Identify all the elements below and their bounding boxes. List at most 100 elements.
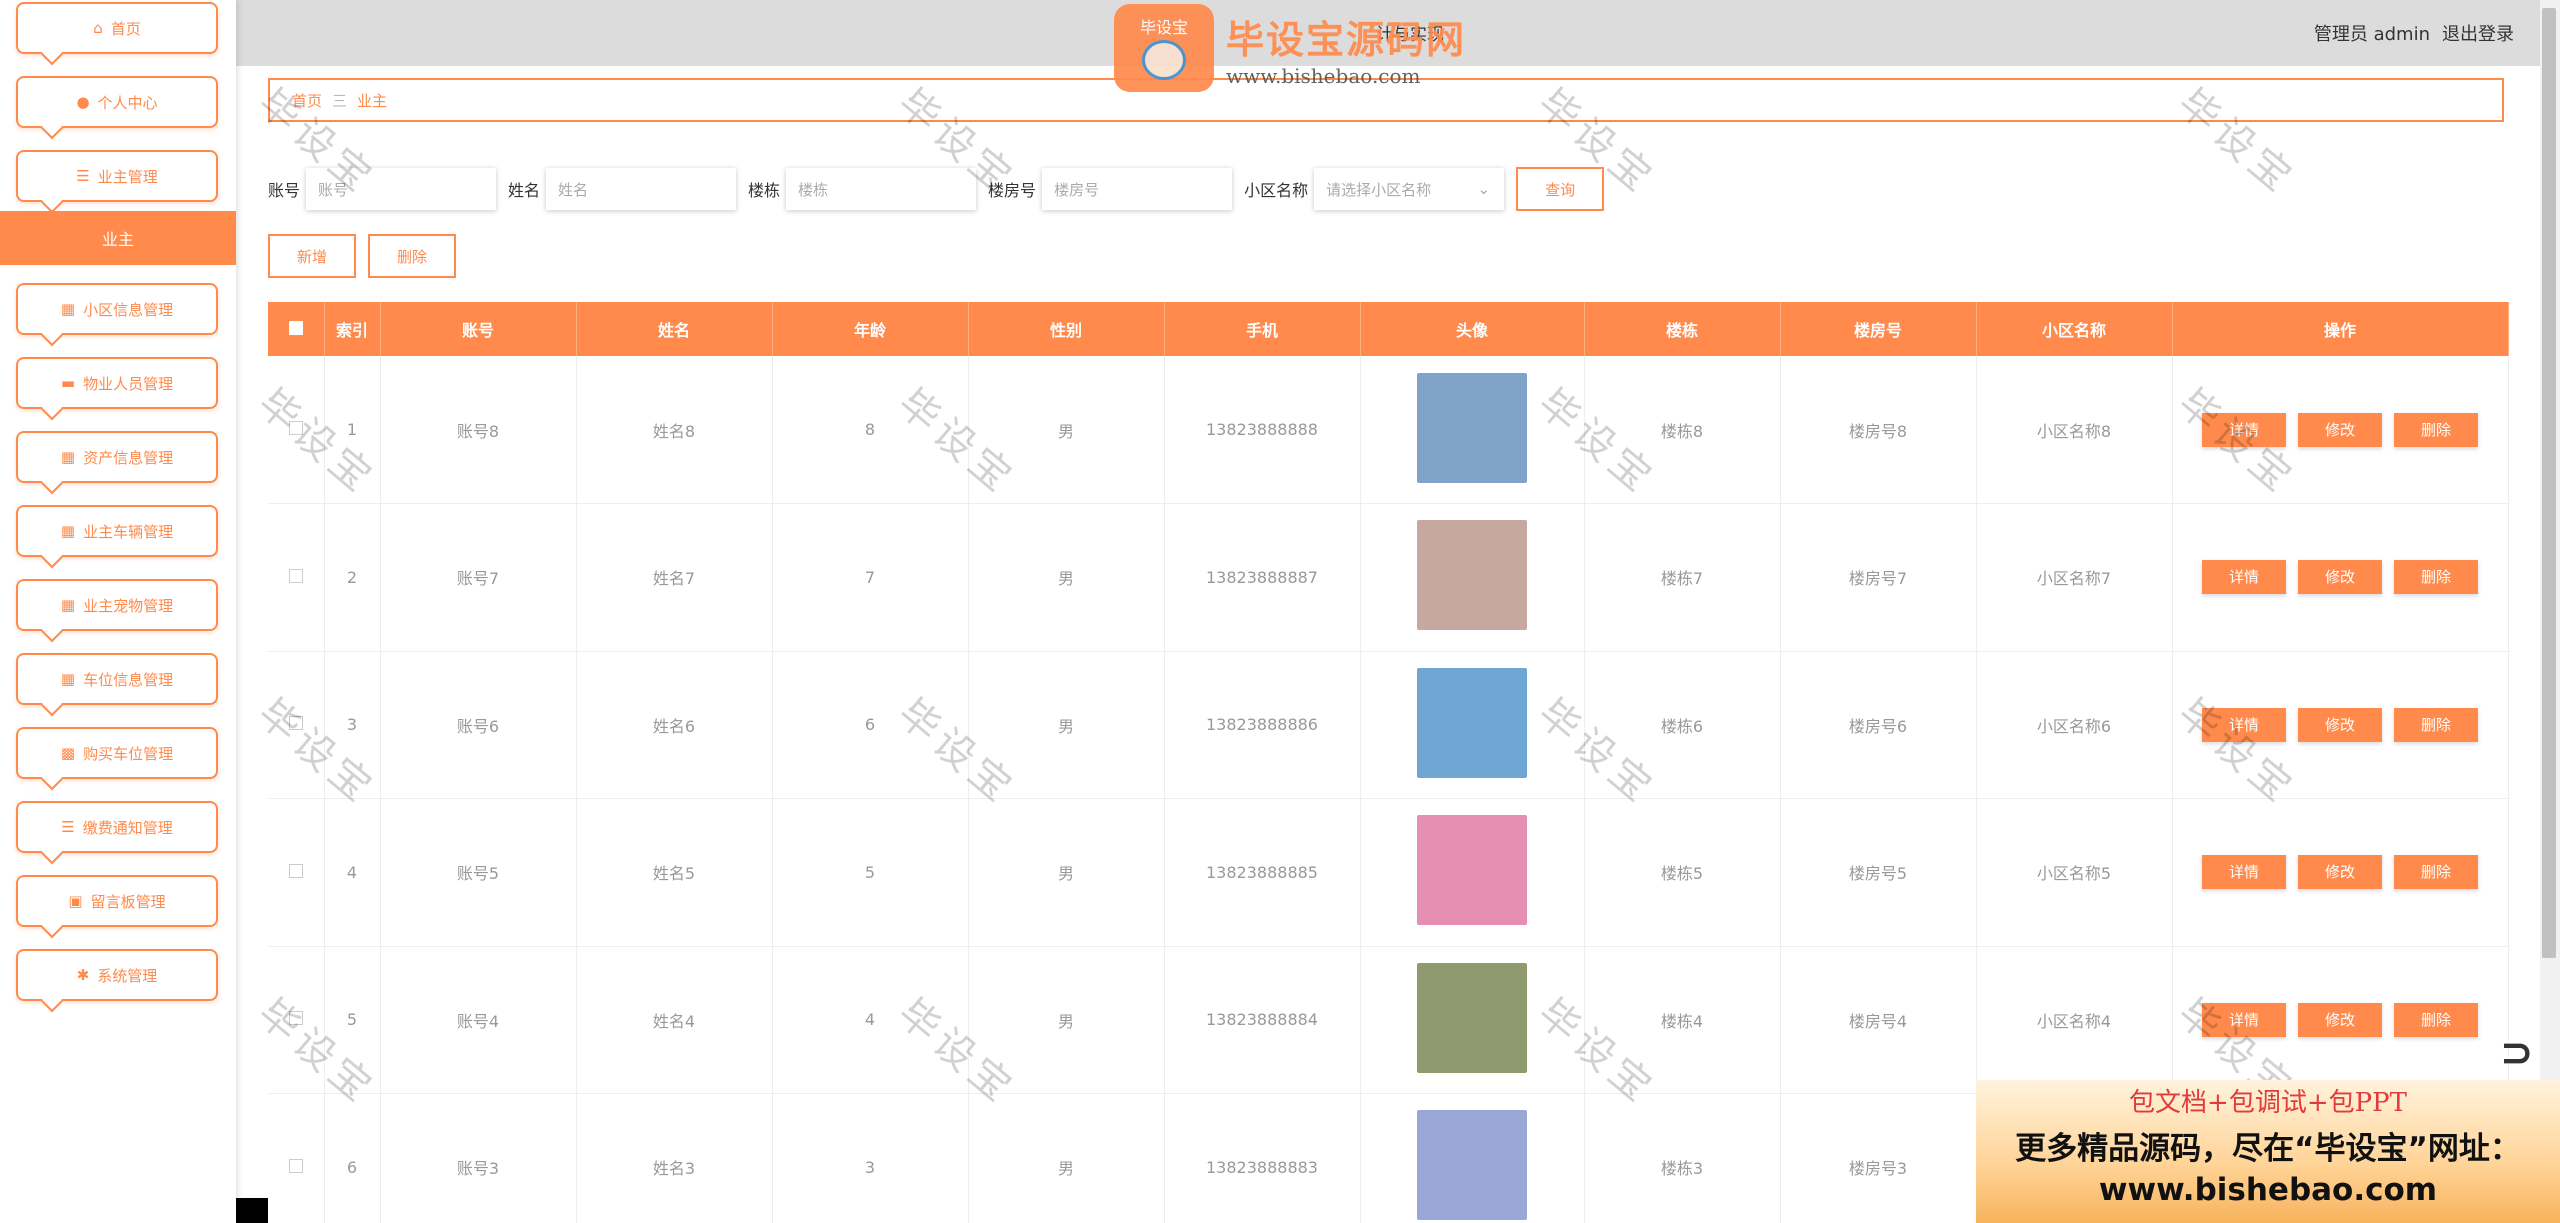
user-icon: ●: [76, 93, 90, 111]
sidebar-item-12[interactable]: ✱ 系统管理: [16, 949, 218, 1001]
cell-account: 账号3: [380, 1093, 577, 1223]
community-select[interactable]: 请选择小区名称 ⌄: [1314, 168, 1505, 210]
promo-line-2: 更多精品源码，尽在“毕设宝”网址：: [2015, 1131, 2521, 1167]
row-checkbox-cell: [268, 1093, 325, 1223]
logo-url: www.bishebao.com: [1226, 63, 1421, 88]
breadcrumb-separator: 三: [332, 91, 348, 110]
cell-community: 小区名称8: [1976, 356, 2173, 504]
sidebar-item-6[interactable]: ▦ 业主车辆管理: [16, 505, 218, 557]
sidebar-item-label: 小区信息管理: [83, 300, 174, 319]
delete-button[interactable]: 删除: [2394, 855, 2478, 890]
column-header: 手机: [1164, 302, 1361, 356]
promo-banner: 包文档+包调试+包PPT 更多精品源码，尽在“毕设宝”网址： www.bishe…: [1976, 1080, 2560, 1223]
cell-room: 楼房号4: [1780, 946, 1977, 1094]
sidebar-item-1[interactable]: ● 个人中心: [16, 76, 218, 128]
sidebar-item-3[interactable]: ▦ 小区信息管理: [16, 283, 218, 335]
app-root: ⌂ 首页 ● 个人中心 ☰ 业主管理 ▦ 小区信息管理 ▬ 物业人员管理 ▦ 资产信息管理 ▦ 业主车辆管…: [0, 0, 2560, 1223]
query-button[interactable]: 查询: [1516, 167, 1605, 211]
sidebar-item-label: 车位信息管理: [83, 670, 174, 689]
sidebar-item-label: 购买车位管理: [83, 744, 174, 763]
building-input[interactable]: 楼栋: [786, 168, 977, 210]
row-checkbox[interactable]: [288, 863, 303, 878]
sidebar-item-2[interactable]: ☰ 业主管理: [16, 150, 218, 202]
detail-button[interactable]: 详情: [2202, 855, 2286, 890]
row-checkbox[interactable]: [288, 568, 303, 583]
row-checkbox[interactable]: [288, 1158, 303, 1173]
name-input[interactable]: 姓名: [546, 168, 737, 210]
delete-button[interactable]: 删除: [2394, 1002, 2478, 1037]
cell-name: 姓名4: [576, 946, 773, 1094]
promo-line-3: www.bishebao.com: [2098, 1172, 2438, 1208]
cell-building: 楼栋5: [1584, 798, 1781, 947]
avatar: [1417, 1110, 1527, 1221]
edit-button[interactable]: 修改: [2298, 1002, 2382, 1037]
select-all-box[interactable]: [288, 320, 303, 335]
actions-cell: 详情修改删除: [2172, 798, 2509, 947]
select-all-checkbox[interactable]: [268, 302, 325, 356]
sidebar-item-9[interactable]: ▩ 购买车位管理: [16, 727, 218, 779]
sidebar-item-8[interactable]: ▦ 车位信息管理: [16, 653, 218, 705]
actions-cell: 详情修改删除: [2172, 503, 2509, 652]
edit-button[interactable]: 修改: [2298, 412, 2382, 447]
sidebar-item-10[interactable]: ☰ 缴费通知管理: [16, 801, 218, 853]
table-row: 1 账号8 姓名8 8 男 13823888888 楼栋8 楼房号8 小区名称8 详情 修改 删除: [268, 356, 2509, 504]
sidebar: ⌂ 首页 ● 个人中心 ☰ 业主管理 ▦ 小区信息管理 ▬ 物业人员管理 ▦ 资产信息管理 ▦ 业主车辆管…: [0, 0, 236, 1223]
cell-community: 小区名称4: [1976, 946, 2173, 1094]
logout-link[interactable]: 退出登录: [2442, 24, 2514, 45]
delete-button[interactable]: 删除: [2394, 560, 2478, 595]
edit-button[interactable]: 修改: [2298, 707, 2382, 742]
briefcase-icon: ▣: [68, 892, 83, 910]
cell-gender: 男: [968, 503, 1165, 652]
black-corner: [236, 1198, 268, 1223]
column-header: 楼栋: [1584, 302, 1781, 356]
column-header: 性别: [968, 302, 1165, 356]
sidebar-item-label: 业主管理: [97, 167, 158, 186]
column-header: 年龄: [772, 302, 969, 356]
cell-room: 楼房号5: [1780, 798, 1977, 947]
avatar-cell: [1360, 503, 1585, 652]
sidebar-item-5[interactable]: ▦ 资产信息管理: [16, 431, 218, 483]
logo-name: 毕设宝源码网: [1226, 17, 1467, 62]
cell-index: 4: [324, 798, 381, 947]
column-header: 头像: [1360, 302, 1585, 356]
cell-name: 姓名5: [576, 798, 773, 947]
scrollbar-thumb[interactable]: [2542, 8, 2556, 958]
delete-button[interactable]: 删除: [2394, 707, 2478, 742]
delete-button[interactable]: 删除: [2394, 412, 2478, 447]
avatar: [1417, 962, 1527, 1073]
cell-index: 2: [324, 503, 381, 652]
cell-name: 姓名7: [576, 503, 773, 652]
cell-phone: 13823888883: [1164, 1093, 1361, 1223]
logo-face-icon: [1142, 40, 1186, 80]
arrow-icon: ⊃: [2500, 1030, 2534, 1076]
cell-name: 姓名6: [576, 651, 773, 799]
cell-age: 3: [772, 1093, 969, 1223]
avatar: [1417, 815, 1527, 926]
batch-delete-button[interactable]: 删除: [368, 234, 456, 278]
sidebar-subitem-owner[interactable]: 业主: [0, 211, 236, 265]
sidebar-item-label: 业主宠物管理: [83, 596, 174, 615]
sidebar-item-7[interactable]: ▦ 业主宠物管理: [16, 579, 218, 631]
sidebar-item-label: 物业人员管理: [83, 374, 174, 393]
chevron-down-icon: ⌄: [1477, 180, 1491, 198]
detail-button[interactable]: 详情: [2202, 560, 2286, 595]
cell-room: 楼房号7: [1780, 503, 1977, 652]
edit-button[interactable]: 修改: [2298, 560, 2382, 595]
sidebar-item-11[interactable]: ▣ 留言板管理: [16, 875, 218, 927]
avatar: [1417, 372, 1527, 483]
sidebar-item-0[interactable]: ⌂ 首页: [16, 2, 218, 54]
cell-phone: 13823888887: [1164, 503, 1361, 652]
avatar: [1417, 667, 1527, 778]
avatar-cell: [1360, 1093, 1585, 1223]
cell-room: 楼房号3: [1780, 1093, 1977, 1223]
logo-text: 毕设宝源码网 www.bishebao.com: [1226, 9, 1466, 88]
cell-name: 姓名3: [576, 1093, 773, 1223]
room-input[interactable]: 楼房号: [1042, 168, 1233, 210]
sidebar-item-4[interactable]: ▬ 物业人员管理: [16, 357, 218, 409]
cell-gender: 男: [968, 1093, 1165, 1223]
edit-button[interactable]: 修改: [2298, 855, 2382, 890]
account-label: 账号: [268, 181, 301, 200]
cell-community: 小区名称6: [1976, 651, 2173, 799]
sidebar-item-label: 缴费通知管理: [82, 818, 173, 837]
add-button[interactable]: 新增: [268, 234, 356, 278]
